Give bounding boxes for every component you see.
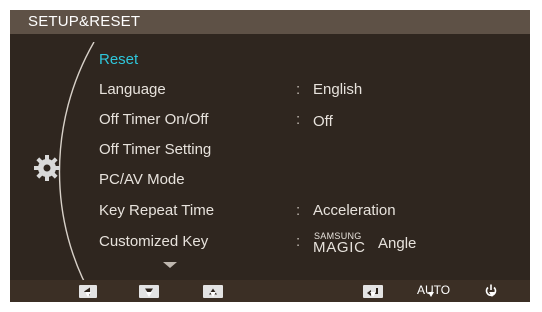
colon-separator: : <box>296 111 301 128</box>
menu-item-key-repeat-time[interactable]: Key Repeat Time <box>99 202 214 219</box>
button-pointer-icon <box>489 292 495 297</box>
button-pointer-icon <box>370 292 376 297</box>
customized-key-suffix: Angle <box>378 235 417 252</box>
menu-item-pc-av-mode[interactable]: PC/AV Mode <box>99 171 185 188</box>
button-pointer-icon <box>146 292 152 297</box>
menu-item-reset[interactable]: Reset <box>99 51 138 68</box>
menu-item-off-timer-on-off[interactable]: Off Timer On/Off <box>99 111 208 128</box>
button-pointer-icon <box>428 292 434 297</box>
gear-icon <box>34 155 60 181</box>
button-pointer-icon <box>85 292 91 297</box>
menu-title: SETUP&RESET <box>28 13 141 30</box>
scroll-more-icon <box>163 262 177 268</box>
menu-item-customized-key[interactable]: Customized Key <box>99 233 208 250</box>
colon-separator: : <box>296 202 301 219</box>
osd-window: SETUP&RESET Reset Language : English Off… <box>10 10 530 302</box>
key-repeat-time-value: Acceleration <box>313 202 396 219</box>
menu-item-off-timer-setting[interactable]: Off Timer Setting <box>99 141 211 158</box>
colon-separator: : <box>296 81 301 98</box>
colon-separator: : <box>296 233 301 250</box>
button-pointer-icon <box>210 292 216 297</box>
menu-item-language[interactable]: Language <box>99 81 166 98</box>
language-value: English <box>313 81 363 98</box>
off-timer-value: Off <box>313 113 333 130</box>
magic-wordmark: MAGIC <box>313 239 366 256</box>
title-bar: SETUP&RESET <box>10 10 530 34</box>
